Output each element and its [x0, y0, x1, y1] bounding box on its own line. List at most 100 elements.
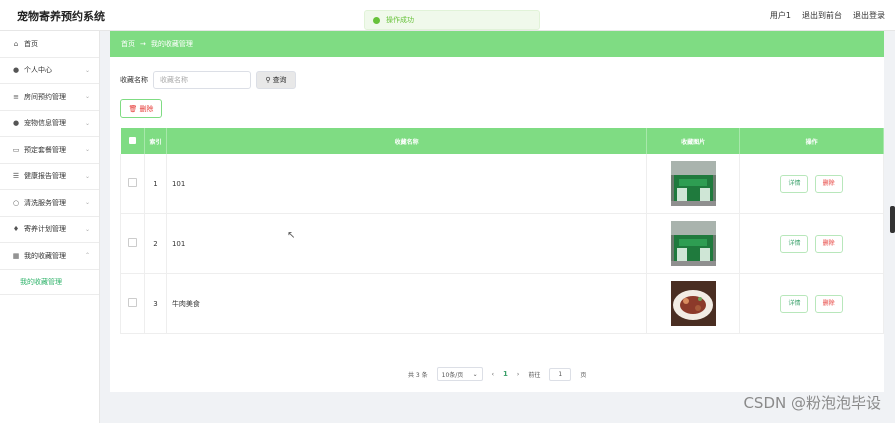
search-input[interactable]: 收藏名称	[153, 71, 251, 89]
row-image-cell	[646, 154, 741, 214]
chevron-down-icon: ⌄	[472, 370, 478, 378]
chevron-down-icon: ⌄	[84, 119, 90, 127]
page-size-select[interactable]: 10条/页 ⌄	[436, 367, 483, 381]
search-icon: ⚲	[265, 76, 271, 84]
table-row: 1 101 详情 删除	[120, 154, 884, 214]
row-index: 1	[144, 154, 167, 214]
row-checkbox[interactable]	[127, 178, 137, 187]
sidebar-item-label: 健康报告管理	[24, 172, 66, 181]
main-content: 首页 → 我的收藏管理 收藏名称 收藏名称 ⚲ 查询 🗑 删除 索引 收藏名称	[110, 31, 885, 392]
content-card: 收藏名称 收藏名称 ⚲ 查询 🗑 删除 索引 收藏名称 收藏图片 操作 1 10…	[110, 57, 884, 392]
clock-icon: ○	[12, 198, 20, 207]
list-icon: ≡	[13, 92, 19, 101]
prev-page-button[interactable]: ‹	[492, 371, 494, 378]
detail-button[interactable]: 详情	[780, 174, 809, 193]
sidebar-item-label: 宠物信息管理	[24, 119, 66, 128]
sidebar-item-favorites[interactable]: ▦ 我的收藏管理 ⌃	[0, 243, 99, 270]
goto-suffix: 页	[580, 371, 587, 379]
sidebar-item-label: 寄养计划管理	[24, 225, 66, 234]
chevron-down-icon: ⌄	[84, 225, 90, 233]
chevron-up-icon: ⌃	[84, 252, 90, 259]
header-index: 索引	[144, 128, 167, 154]
table-row: 3 牛肉美食 详情 删除	[120, 273, 884, 334]
row-checkbox[interactable]	[127, 298, 137, 307]
row-name: 101	[166, 213, 648, 274]
success-toast: 操作成功	[364, 10, 540, 30]
chevron-down-icon: ⌄	[84, 146, 90, 153]
sidebar-subitem-favorites[interactable]: 我的收藏管理	[0, 270, 99, 295]
delete-button[interactable]: 删除	[814, 294, 843, 313]
watermark: CSDN @粉泡泡毕设	[743, 394, 881, 412]
sidebar-item-label: 我的收藏管理	[24, 251, 66, 260]
sidebar-item-personal-center[interactable]: ● 个人中心 ⌄	[0, 58, 99, 84]
trash-icon: 🗑	[128, 104, 138, 113]
page-scrollbar[interactable]	[890, 206, 895, 233]
sidebar-item-label: 清洗服务管理	[24, 198, 66, 207]
breadcrumb: 首页 → 我的收藏管理	[110, 31, 884, 57]
storefront-image	[670, 221, 716, 266]
delete-button[interactable]: 删除	[814, 234, 843, 253]
row-select-cell	[120, 154, 145, 214]
search-button[interactable]: ⚲ 查询	[256, 71, 296, 89]
sidebar-item-health-report[interactable]: ☰ 健康报告管理 ⌄	[0, 164, 99, 190]
row-image-cell	[646, 213, 741, 274]
goto-page-input[interactable]: 1	[549, 367, 572, 381]
breadcrumb-arrow: →	[140, 40, 146, 48]
sidebar-item-label: 个人中心	[24, 66, 52, 75]
batch-delete-button[interactable]: 🗑 删除	[120, 99, 162, 118]
detail-button[interactable]: 详情	[780, 234, 809, 253]
breadcrumb-current: 我的收藏管理	[150, 40, 193, 48]
row-checkbox[interactable]	[127, 238, 137, 247]
row-select-cell	[120, 273, 145, 334]
chevron-down-icon: ⌄	[84, 66, 90, 74]
sidebar-item-label: 首页	[24, 39, 38, 48]
header-image: 收藏图片	[646, 128, 741, 154]
check-circle-icon	[373, 16, 380, 24]
user-icon: ●	[12, 119, 20, 128]
search-button-label: 查询	[272, 76, 287, 84]
back-to-front-link[interactable]: 退出到前台	[802, 10, 842, 21]
top-links: 用户1 退出到前台 退出登录	[770, 10, 885, 21]
sidebar-item-room-booking[interactable]: ≡ 房间预约管理 ⌄	[0, 84, 99, 111]
sidebar-item-pet-info[interactable]: ● 宠物信息管理 ⌄	[0, 111, 99, 137]
favorites-table: 索引 收藏名称 收藏图片 操作 1 101 详情 删除 2 101 详情 删除 …	[120, 128, 884, 334]
food-image	[670, 281, 716, 326]
header-ops: 操作	[739, 128, 884, 154]
search-row: 收藏名称 收藏名称 ⚲ 查询	[120, 70, 296, 90]
page-number-current[interactable]: 1	[503, 370, 508, 378]
row-select-cell	[120, 213, 145, 274]
mouse-cursor-icon: ↖	[287, 230, 296, 241]
row-ops-cell: 详情 删除	[739, 273, 884, 334]
next-page-button[interactable]: ›	[517, 371, 519, 378]
sidebar-item-home[interactable]: ⌂ 首页	[0, 31, 99, 58]
select-all-checkbox[interactable]	[128, 136, 136, 144]
chevron-down-icon: ⌄	[84, 199, 90, 206]
table-row: 2 101 详情 删除	[120, 213, 884, 274]
chevron-down-icon: ⌄	[84, 93, 90, 100]
select-all-cell	[120, 128, 145, 154]
sidebar: ⌂ 首页 ● 个人中心 ⌄ ≡ 房间预约管理 ⌄ ● 宠物信息管理 ⌄ ▭ 预定…	[0, 31, 100, 423]
sidebar-item-cleaning[interactable]: ○ 清洗服务管理 ⌄	[0, 190, 99, 217]
sidebar-item-label: 房间预约管理	[24, 92, 66, 101]
logout-link[interactable]: 退出登录	[853, 10, 885, 21]
storefront-image	[670, 161, 716, 206]
current-user: 用户1	[769, 11, 791, 20]
header-name: 收藏名称	[166, 128, 648, 154]
row-index: 3	[144, 273, 167, 334]
sidebar-item-label: 预定套餐管理	[24, 145, 66, 154]
chat-icon: ▭	[12, 145, 20, 154]
sidebar-item-boarding-plan[interactable]: ♦ 寄养计划管理 ⌄	[0, 217, 99, 243]
pagination-total: 共 3 条	[408, 371, 428, 379]
row-name: 101	[166, 154, 648, 214]
delete-button[interactable]: 删除	[814, 174, 843, 193]
batch-delete-label: 删除	[139, 104, 154, 113]
detail-button[interactable]: 详情	[780, 294, 809, 313]
row-ops-cell: 详情 删除	[739, 213, 884, 274]
breadcrumb-home[interactable]: 首页	[121, 39, 135, 49]
row-ops-cell: 详情 删除	[739, 154, 884, 214]
row-image-cell	[646, 273, 741, 334]
goto-prefix: 前往	[528, 371, 541, 379]
row-index: 2	[144, 213, 167, 274]
sliders-icon: ☰	[12, 172, 20, 181]
sidebar-item-package[interactable]: ▭ 预定套餐管理 ⌄	[0, 137, 99, 164]
